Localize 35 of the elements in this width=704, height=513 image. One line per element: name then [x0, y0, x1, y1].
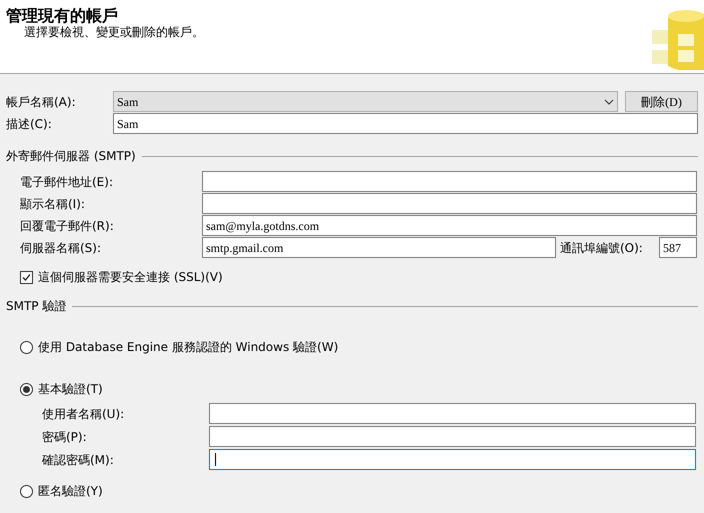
input-field[interactable] — [209, 403, 696, 424]
checkbox[interactable] — [20, 270, 33, 284]
radio-button[interactable] — [20, 484, 33, 498]
input-field[interactable]: 587 — [659, 237, 697, 258]
field-label: 顯示名稱(I): — [20, 196, 86, 212]
delete-button[interactable]: 刪除(D) — [625, 91, 698, 112]
input-field[interactable] — [209, 426, 696, 447]
input-field[interactable]: smtp.gmail.com — [202, 237, 556, 258]
checkbox-label: 這個伺服器需要安全連接 (SSL)(V) — [38, 269, 223, 286]
radio-label: 匿名驗證(Y) — [38, 483, 103, 500]
database-icon — [650, 8, 704, 70]
field-label: 通訊埠編號(O): — [560, 240, 644, 256]
radio-label: 基本驗證(T) — [38, 381, 103, 398]
field-label: 確認密碼(M): — [42, 452, 115, 468]
field-label: 伺服器名稱(S): — [20, 240, 102, 256]
input-field[interactable] — [209, 449, 696, 470]
field-label: 電子郵件地址(E): — [20, 174, 114, 190]
section-heading: SMTP 驗證 — [6, 298, 66, 315]
field-label: 回覆電子郵件(R): — [20, 218, 115, 234]
page-subtitle: 選擇要檢視、變更或刪除的帳戶。 — [23, 25, 204, 39]
account-dropdown[interactable]: Sam — [113, 91, 618, 112]
field-label: 帳戶名稱(A): — [6, 94, 77, 110]
input-field[interactable]: Sam — [113, 113, 698, 134]
chevron-down-icon — [604, 98, 614, 104]
field-label: 使用者名稱(U): — [42, 406, 126, 422]
input-field[interactable] — [202, 171, 697, 192]
input-field[interactable]: sam@myla.gotdns.com — [202, 215, 697, 236]
radio-button[interactable] — [20, 382, 33, 396]
field-label: 密碼(P): — [42, 428, 88, 446]
section-heading: 外寄郵件伺服器 (SMTP) — [6, 148, 136, 165]
page-title: 管理現有的帳戶 — [6, 6, 119, 25]
radio-button[interactable] — [20, 340, 33, 354]
field-label: 描述(C): — [6, 116, 53, 132]
input-field[interactable] — [202, 193, 697, 214]
radio-label: 使用 Database Engine 服務認證的 Windows 驗證(W) — [38, 339, 338, 356]
